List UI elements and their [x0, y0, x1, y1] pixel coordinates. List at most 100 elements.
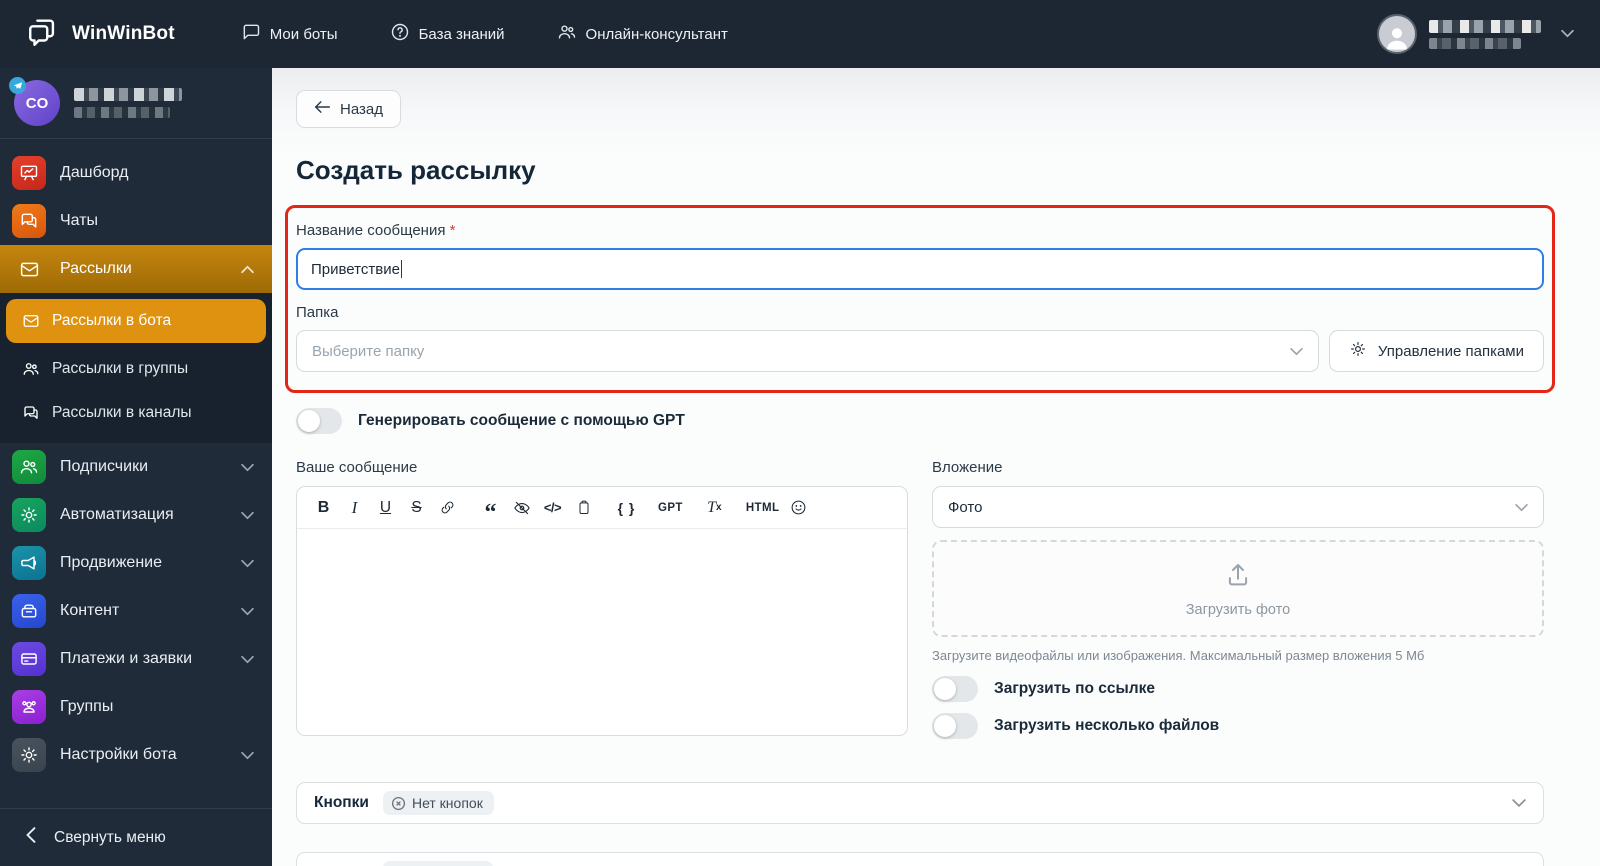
gpt-toggle-label: Генерировать сообщение с помощью GPT [358, 412, 685, 429]
sidebar-item-subscribers[interactable]: Подписчики [0, 443, 272, 491]
chevron-left-icon [26, 827, 36, 848]
people-icon [557, 22, 577, 46]
top-navbar: WinWinBot Мои боты База знаний Онлайн-ко… [0, 0, 1600, 68]
sidebar-item-mailings[interactable]: Рассылки [0, 245, 272, 293]
link-button[interactable] [433, 493, 462, 523]
sidebar-item-content[interactable]: Контент [0, 587, 272, 635]
chats-icon [12, 204, 46, 238]
collapse-menu-button[interactable]: Свернуть меню [0, 808, 272, 866]
sidebar-bot-profile[interactable]: CO [0, 68, 272, 139]
sidebar-item-mailings-bot[interactable]: Рассылки в бота [6, 299, 266, 343]
chevron-down-icon [1512, 798, 1526, 808]
sidebar-item-label: Контент [60, 602, 120, 619]
question-circle-icon [390, 22, 410, 46]
nav-item-label: База знаний [418, 25, 505, 43]
upload-by-link-row: Загрузить по ссылке [932, 676, 1544, 702]
strikethrough-button[interactable]: S [402, 493, 431, 523]
sidebar-item-label: Рассылки в каналы [52, 404, 192, 421]
page-title: Создать рассылку [296, 155, 536, 185]
message-name-label: Название сообщения * [296, 222, 456, 239]
bold-button[interactable]: B [309, 493, 338, 523]
editor-body[interactable] [297, 529, 907, 735]
brand[interactable]: WinWinBot [26, 15, 175, 54]
gpt-button[interactable]: GPT [655, 493, 686, 523]
dialog-section[interactable]: Диалог Не выбран [296, 852, 1544, 866]
chevron-down-icon [241, 751, 254, 760]
message-name-value: Приветствие [311, 260, 400, 278]
upload-multiple-toggle[interactable] [932, 713, 978, 739]
text-cursor [400, 260, 403, 278]
upload-by-link-toggle[interactable] [932, 676, 978, 702]
sidebar-item-label: Подписчики [60, 458, 149, 475]
annotation-highlight-box: Название сообщения * Приветствие Папка В… [285, 205, 1555, 393]
brand-name: WinWinBot [72, 23, 175, 44]
redacted-username [1429, 19, 1541, 49]
collapse-menu-label: Свернуть меню [54, 828, 166, 846]
attachment-type-select[interactable]: Фото [932, 486, 1544, 528]
sidebar: CO Дашборд Чаты Рассылки Рассылки в бота… [0, 68, 272, 866]
sidebar-item-label: Дашборд [60, 164, 129, 181]
folder-label: Папка [296, 304, 339, 321]
sidebar-item-label: Продвижение [60, 554, 162, 571]
manage-folders-button[interactable]: Управление папками [1328, 330, 1544, 372]
sidebar-item-label: Рассылки в бота [52, 312, 172, 329]
attachment-label: Вложение [932, 459, 1003, 476]
back-button[interactable]: Назад [296, 90, 401, 128]
italic-button[interactable]: I [340, 493, 369, 523]
editor-toolbar: B I U S “ </> { } GPT T x HTML [297, 487, 907, 529]
upload-icon [1223, 560, 1253, 595]
emoji-button[interactable] [784, 493, 813, 523]
quote-button[interactable]: “ [476, 493, 505, 525]
folder-row: Выберите папку Управление папками [296, 330, 1544, 372]
folder-select[interactable]: Выберите папку [296, 330, 1319, 372]
sidebar-item-dashboard[interactable]: Дашборд [0, 149, 272, 197]
html-button[interactable]: HTML [743, 493, 783, 523]
buttons-status-badge: Нет кнопок [382, 791, 494, 815]
sidebar-item-automation[interactable]: Автоматизация [0, 491, 272, 539]
upload-photo-label: Загрузить фото [1185, 601, 1291, 618]
sidebar-item-label: Автоматизация [60, 506, 174, 523]
message-name-input[interactable]: Приветствие [296, 248, 1544, 290]
nav-item-label: Мои боты [269, 25, 338, 43]
content-box-icon [12, 594, 46, 628]
attachment-type-value: Фото [948, 498, 983, 516]
buttons-section[interactable]: Кнопки Нет кнопок [296, 782, 1544, 824]
account-menu[interactable] [1377, 14, 1574, 54]
nav-item-knowledge-base[interactable]: База знаний [390, 22, 505, 46]
message-column: Ваше сообщение B I U S “ </> {} GPT T x… [296, 459, 908, 750]
sidebar-item-promotion[interactable]: Продвижение [0, 539, 272, 587]
sidebar-item-label: Настройки бота [60, 746, 177, 763]
your-message-label: Ваше сообщение [296, 459, 418, 476]
photo-upload-dropzone[interactable]: Загрузить фото [932, 540, 1544, 637]
sidebar-item-payments[interactable]: Платежи и заявки [0, 635, 272, 683]
sidebar-item-label: Рассылки [60, 260, 132, 277]
code-button[interactable]: </> [538, 493, 567, 523]
variables-button[interactable]: { } [612, 493, 641, 523]
gear-icon [1349, 340, 1367, 362]
clear-formatting-button[interactable]: Tx [700, 493, 729, 523]
nav-item-online-consultant[interactable]: Онлайн-консультант [557, 22, 728, 46]
upload-multiple-label: Загрузить несколько файлов [994, 717, 1220, 734]
winwinbot-logo-icon [26, 15, 60, 54]
main-content: Назад Создать рассылку Название сообщени… [272, 68, 1600, 866]
spoiler-eye-off-button[interactable] [507, 493, 536, 523]
sidebar-item-groups[interactable]: Группы [0, 683, 272, 731]
message-editor[interactable]: B I U S “ </> { } GPT T x HTML [296, 486, 908, 736]
redacted-bot-name [74, 88, 182, 118]
sidebar-item-bot-settings[interactable]: Настройки бота [0, 731, 272, 779]
sidebar-item-chats[interactable]: Чаты [0, 197, 272, 245]
nav-item-my-bots[interactable]: Мои боты [241, 22, 338, 46]
buttons-section-label: Кнопки [314, 794, 369, 811]
sidebar-item-label: Группы [60, 698, 114, 715]
chevron-down-icon [1290, 347, 1303, 356]
chevron-up-icon [241, 265, 254, 274]
telegram-badge-icon [9, 77, 26, 94]
manage-folders-label: Управление папками [1377, 342, 1524, 360]
clipboard-button[interactable] [569, 493, 598, 523]
gpt-toggle[interactable] [296, 408, 342, 434]
sidebar-item-mailings-channels[interactable]: Рассылки в каналы [0, 391, 272, 435]
sidebar-item-mailings-groups[interactable]: Рассылки в группы [0, 347, 272, 391]
underline-button[interactable]: U [371, 493, 400, 523]
gear-icon [12, 738, 46, 772]
upload-hint: Загрузите видеофайлы или изображения. Ма… [932, 648, 1425, 663]
